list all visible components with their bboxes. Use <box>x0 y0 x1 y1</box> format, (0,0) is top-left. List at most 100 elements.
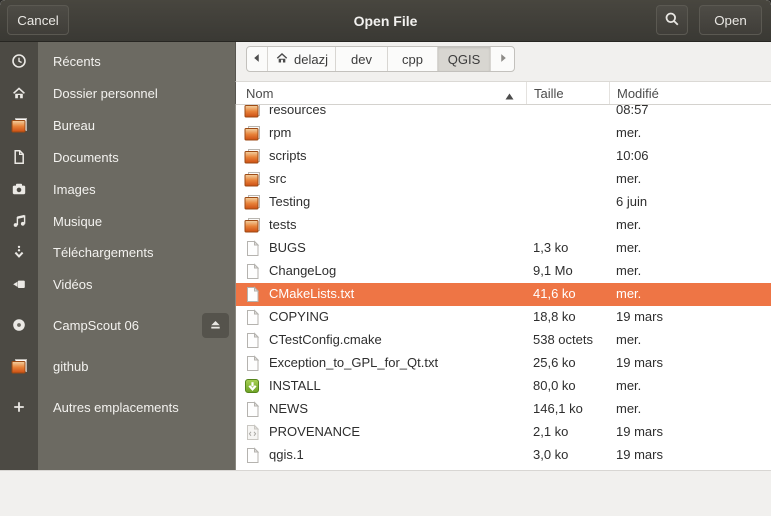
file-icon <box>244 240 261 257</box>
sidebar-item-images[interactable]: Images <box>0 173 235 205</box>
folder-icon <box>244 194 261 211</box>
table-row[interactable]: NEWS 146,1 ko mer. <box>236 398 771 421</box>
file-size: 3,0 ko <box>533 447 568 462</box>
table-row[interactable]: Testing 6 juin <box>236 191 771 214</box>
sidebar-item-vid-os[interactable]: Vidéos <box>0 268 235 300</box>
file-size: 1,3 ko <box>533 240 568 255</box>
file-size: 9,1 Mo <box>533 263 573 278</box>
search-icon <box>664 11 680 30</box>
header-bar: Cancel Open File Open <box>0 0 771 42</box>
provenance-icon <box>244 424 261 441</box>
sidebar-item-documents[interactable]: Documents <box>0 141 235 173</box>
table-row[interactable]: Exception_to_GPL_for_Qt.txt25,6 ko19 mar… <box>236 352 771 375</box>
table-row[interactable]: INSTALL 80,0 ko mer. <box>236 375 771 398</box>
sidebar-item-bureau[interactable]: Bureau <box>0 109 235 141</box>
file-name: INSTALL <box>269 378 321 393</box>
file-size: 18,8 ko <box>533 309 576 324</box>
home-icon <box>275 51 289 68</box>
video-icon <box>11 276 27 292</box>
table-row[interactable]: CTestConfig.cmake538 octetsmer. <box>236 329 771 352</box>
sidebar-item-label: Bureau <box>53 109 95 141</box>
sidebar-item-label: Documents <box>53 141 119 173</box>
file-name: Testing <box>269 194 310 209</box>
folder-icon <box>244 125 261 142</box>
table-row[interactable]: CMakeLists.txt41,6 komer. <box>236 283 771 306</box>
sidebar-item-label: Vidéos <box>53 268 93 300</box>
path-segment-delazj[interactable]: delazj <box>267 47 335 71</box>
path-segment-dev[interactable]: dev <box>335 47 387 71</box>
search-button[interactable] <box>656 5 688 35</box>
file-name: src <box>269 171 286 186</box>
sidebar-item-dossier-personnel[interactable]: Dossier personnel <box>0 77 235 109</box>
path-segment-cpp[interactable]: cpp <box>387 47 437 71</box>
plus-icon <box>11 399 27 415</box>
download-icon <box>11 244 27 260</box>
table-row[interactable]: srcmer. <box>236 168 771 191</box>
sidebar-item-musique[interactable]: Musique <box>0 205 235 237</box>
folder-icon <box>244 171 261 188</box>
sidebar-item-campscout-06[interactable]: CampScout 06 <box>0 309 235 341</box>
file-name: CMakeLists.txt <box>269 286 354 301</box>
chevron-right-icon <box>496 51 510 68</box>
sidebar-item-label: CampScout 06 <box>53 309 139 341</box>
file-list: resources08:57rpmmer.scripts10:06srcmer.… <box>235 105 771 470</box>
path-segment-label: delazj <box>294 52 328 67</box>
eject-icon <box>208 317 223 335</box>
home-icon <box>11 85 27 101</box>
file-icon <box>244 263 261 280</box>
table-row[interactable]: qgis.13,0 ko19 mars <box>236 444 771 467</box>
folder-icon <box>244 148 261 165</box>
path-forward-button[interactable] <box>490 47 514 71</box>
column-divider <box>609 82 610 104</box>
file-size: 146,1 ko <box>533 401 583 416</box>
file-modified: 6 juin <box>616 194 647 209</box>
sidebar-item-github[interactable]: github <box>0 350 235 382</box>
file-icon <box>244 355 261 372</box>
file-modified: mer. <box>616 378 641 393</box>
column-header-modified[interactable]: Modifié <box>617 82 659 105</box>
chevron-left-icon <box>250 51 264 68</box>
table-row[interactable]: PROVENANCE2,1 ko19 mars <box>236 421 771 444</box>
table-row[interactable]: scripts10:06 <box>236 145 771 168</box>
file-icon <box>244 332 261 349</box>
eject-button[interactable] <box>202 313 229 338</box>
file-icon <box>244 309 261 326</box>
open-button[interactable]: Open <box>699 5 762 35</box>
path-segment-label: QGIS <box>448 52 481 67</box>
path-bar: delazj devcpp QGIS <box>235 42 771 82</box>
sidebar-item-label: Récents <box>53 45 101 77</box>
file-name: PROVENANCE <box>269 424 360 439</box>
file-name: NEWS <box>269 401 308 416</box>
file-name: BUGS <box>269 240 306 255</box>
file-name: rpm <box>269 125 291 140</box>
file-name: tests <box>269 217 296 232</box>
table-row[interactable]: COPYING18,8 ko19 mars <box>236 306 771 329</box>
sidebar-item-t-l-chargements[interactable]: Téléchargements <box>0 236 235 268</box>
column-divider <box>526 82 527 104</box>
file-modified: 08:57 <box>616 105 649 117</box>
sidebar-item-r-cents[interactable]: Récents <box>0 45 235 77</box>
file-name: ChangeLog <box>269 263 336 278</box>
table-row[interactable]: rpmmer. <box>236 122 771 145</box>
column-header-size[interactable]: Taille <box>534 82 564 105</box>
table-row[interactable]: ChangeLog9,1 Momer. <box>236 260 771 283</box>
file-modified: mer. <box>616 401 641 416</box>
table-row[interactable]: resources08:57 <box>236 105 771 122</box>
path-back-button[interactable] <box>247 47 267 71</box>
column-header-name[interactable]: Nom <box>246 82 273 105</box>
file-modified: 19 mars <box>616 447 663 462</box>
path-segment-qgis[interactable]: QGIS <box>437 47 490 71</box>
file-size: 538 octets <box>533 332 593 347</box>
table-row[interactable]: testsmer. <box>236 214 771 237</box>
breadcrumb: delazj devcpp QGIS <box>246 46 515 72</box>
sidebar-item-autres-emplacements[interactable]: Autres emplacements <box>0 391 235 423</box>
folder-icon <box>244 105 261 119</box>
folder-icon <box>11 117 27 133</box>
install-icon <box>244 378 261 395</box>
sidebar-item-label: github <box>53 350 88 382</box>
file-size: 41,6 ko <box>533 286 576 301</box>
disc-icon <box>11 317 27 333</box>
file-size: 80,0 ko <box>533 378 576 393</box>
path-segment-label: cpp <box>402 52 423 67</box>
table-row[interactable]: BUGS1,3 komer. <box>236 237 771 260</box>
